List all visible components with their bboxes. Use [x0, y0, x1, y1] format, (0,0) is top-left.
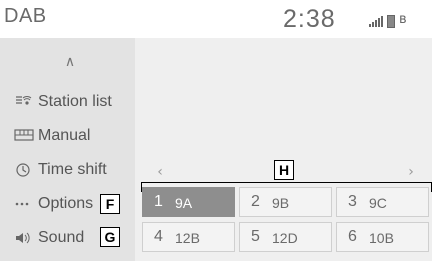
- preset-number: 1: [154, 193, 163, 210]
- menu-label: Manual: [38, 127, 91, 144]
- preset-channel: 9A: [175, 195, 193, 211]
- preset-channel: 12B: [175, 230, 200, 246]
- chevron-up-icon[interactable]: ∧: [60, 54, 80, 74]
- preset-channel: 10B: [369, 230, 394, 246]
- preset-channel: 9B: [272, 195, 290, 211]
- menu-label: Time shift: [38, 161, 107, 178]
- chevron-left-icon[interactable]: ‹: [146, 162, 174, 182]
- menu-station-list[interactable]: Station list: [0, 87, 135, 117]
- callout-g: G: [100, 227, 120, 247]
- status-header: DAB 2:38 ʙ: [0, 0, 432, 38]
- menu-time-shift[interactable]: Time shift: [0, 155, 135, 185]
- preset-number: 3: [348, 193, 357, 210]
- menu-label: Station list: [38, 93, 112, 110]
- audio-screen: DAB 2:38 ʙ ∧ Station list Manual Time sh…: [0, 0, 432, 261]
- preset-number: 2: [251, 193, 260, 210]
- callout-h: H: [274, 160, 294, 180]
- chevron-right-icon[interactable]: ›: [397, 162, 425, 182]
- menu-label: Options: [38, 195, 94, 212]
- preset-button-4[interactable]: 4 12B: [142, 222, 235, 252]
- signal-bars-icon: [369, 15, 383, 27]
- battery-icon: [387, 15, 395, 28]
- preset-button-3[interactable]: 3 9C: [336, 187, 429, 217]
- more-dots-icon: [14, 196, 32, 212]
- preset-channel: 9C: [369, 195, 387, 211]
- preset-button-2[interactable]: 2 9B: [239, 187, 332, 217]
- callout-f: F: [100, 194, 120, 214]
- speaker-icon: [14, 230, 32, 246]
- preset-number: 4: [154, 228, 163, 245]
- preset-button-6[interactable]: 6 10B: [336, 222, 429, 252]
- clock-icon: [14, 162, 32, 178]
- preset-number: 6: [348, 228, 357, 245]
- clock-time: 2:38: [283, 5, 336, 33]
- radio-antenna-icon: [14, 94, 32, 110]
- menu-label: Sound: [38, 229, 85, 246]
- preset-channel: 12D: [272, 230, 298, 246]
- menu-manual[interactable]: Manual: [0, 121, 135, 151]
- source-title: DAB: [4, 5, 47, 27]
- bluetooth-icon: ʙ: [399, 12, 407, 27]
- tuning-scale-icon: [14, 128, 34, 144]
- preset-button-5[interactable]: 5 12D: [239, 222, 332, 252]
- preset-number: 5: [251, 228, 260, 245]
- preset-button-1[interactable]: 1 9A: [142, 187, 235, 217]
